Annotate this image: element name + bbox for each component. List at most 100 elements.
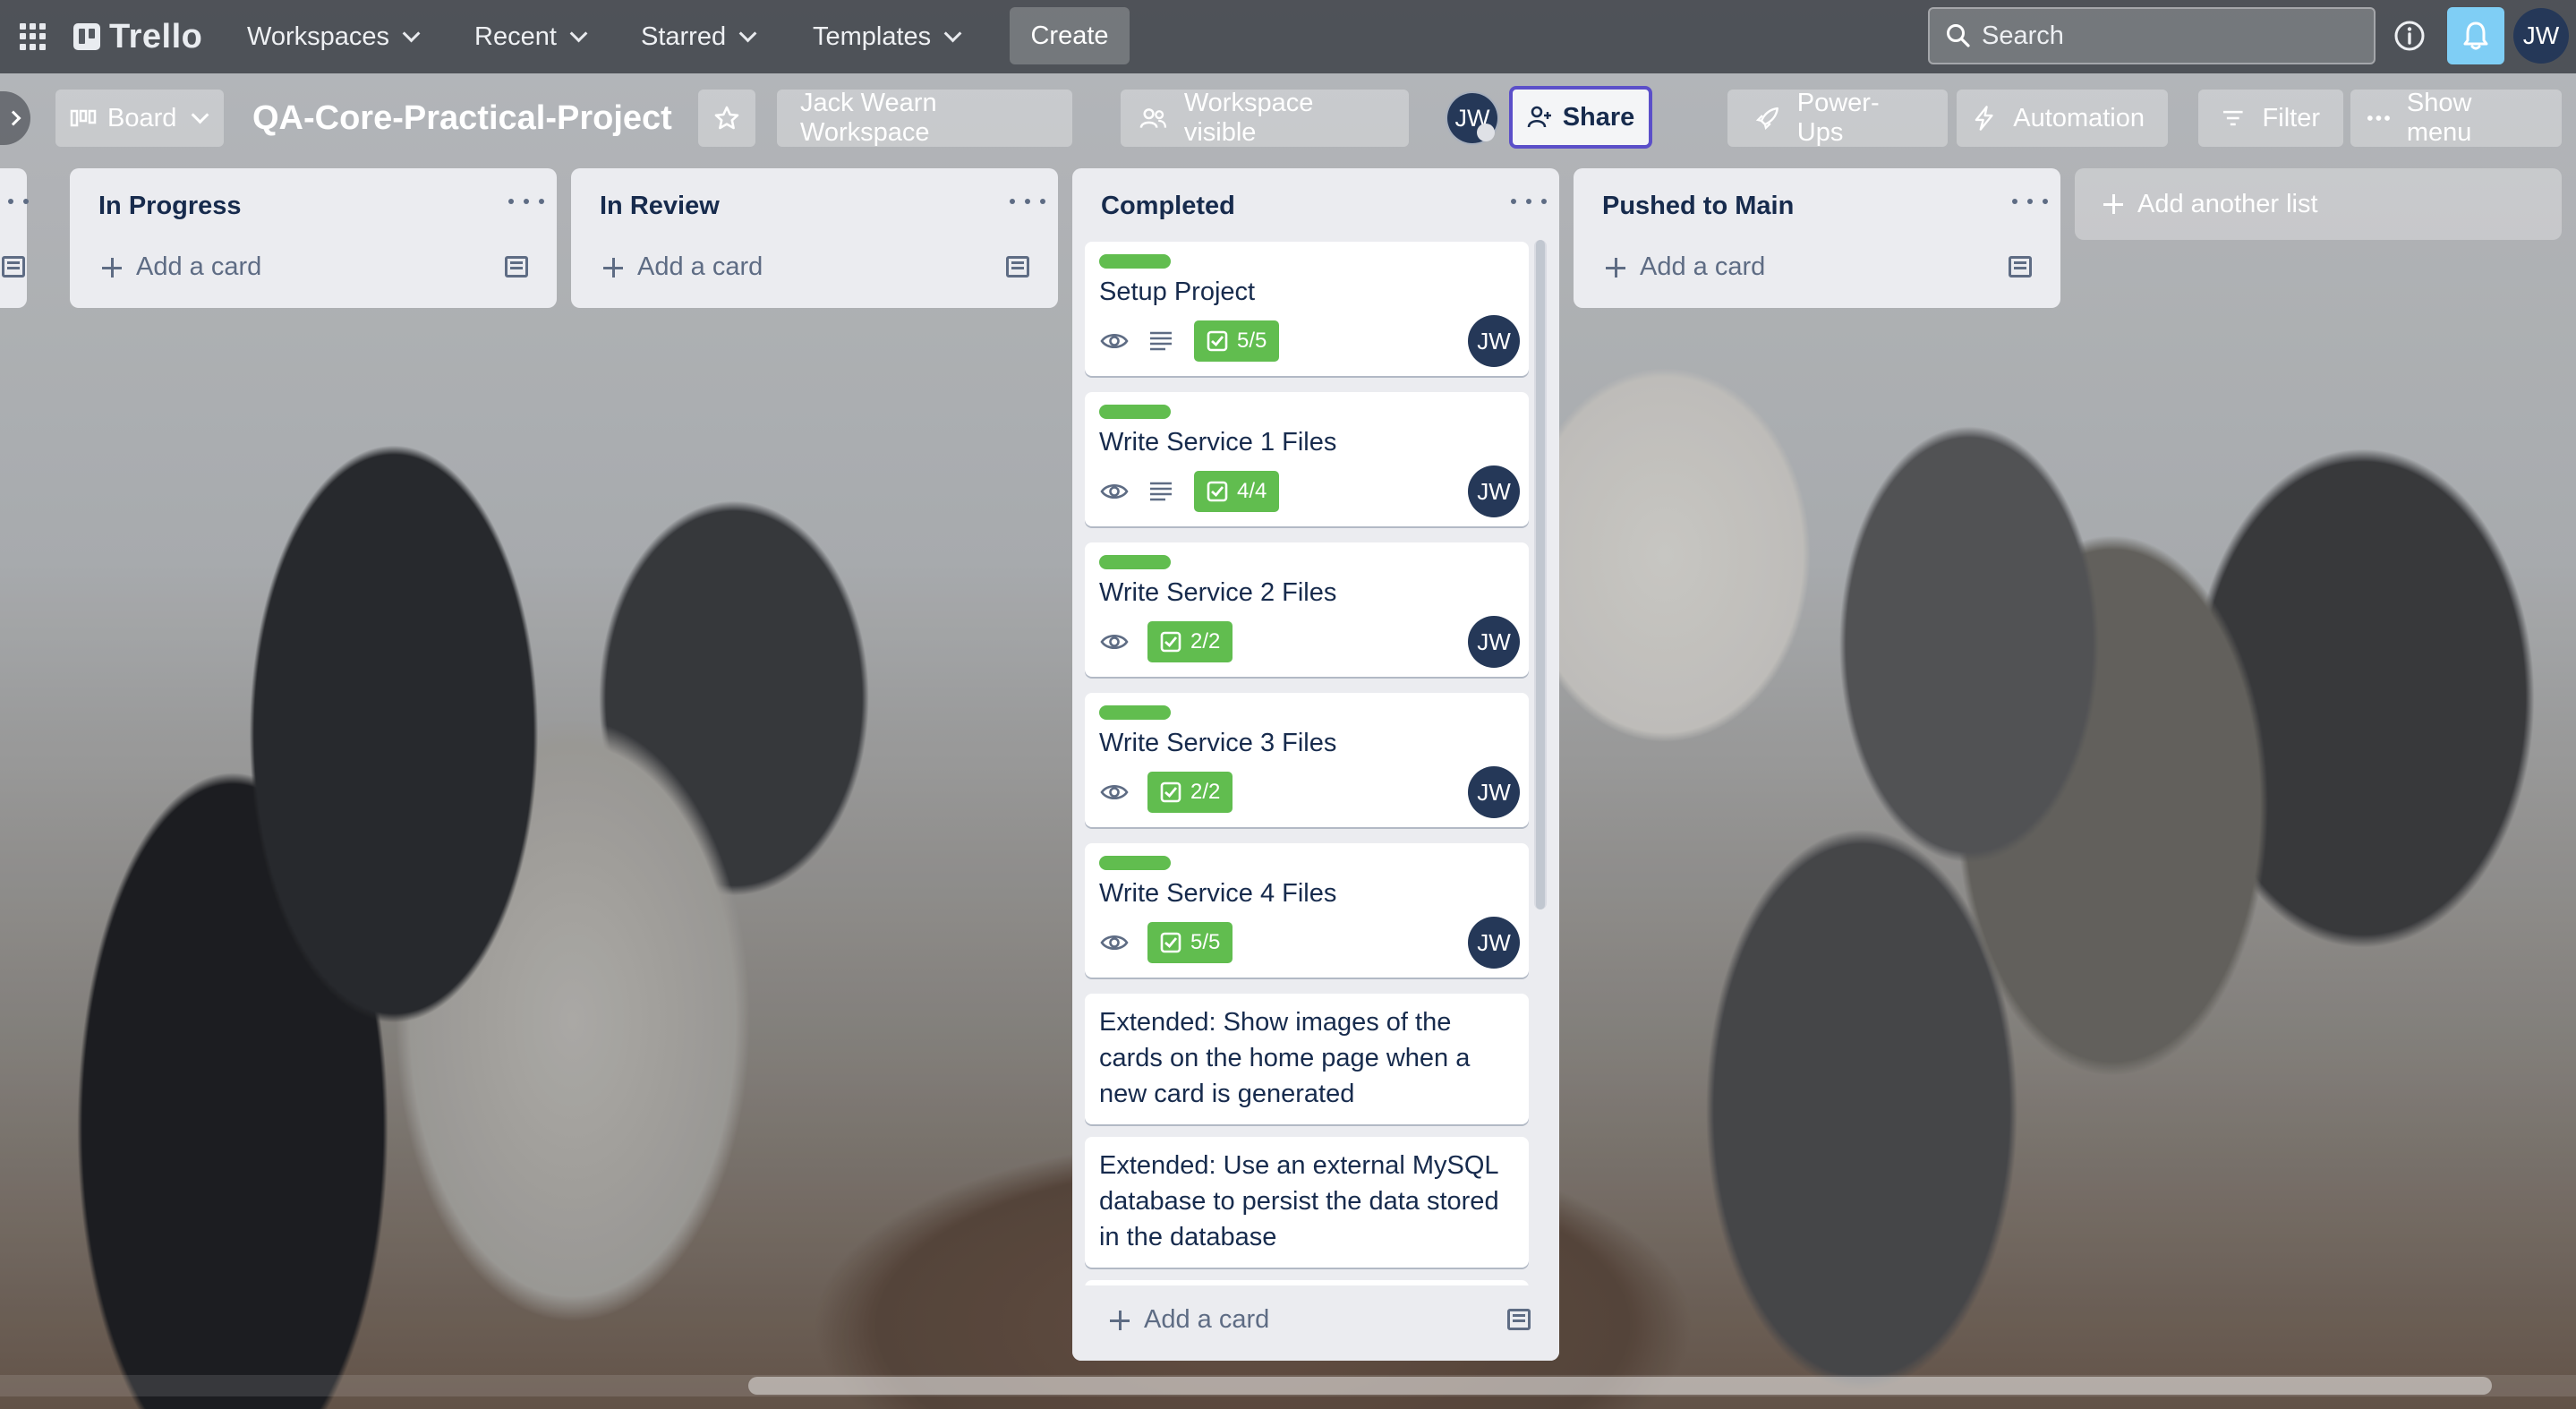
star-board-button[interactable] <box>698 90 755 147</box>
card-label-green[interactable] <box>1099 856 1171 870</box>
checklist-count: 2/2 <box>1190 629 1221 653</box>
card[interactable]: Write Service 3 Files 2/2 JW <box>1085 693 1529 827</box>
add-card-label: Add a card <box>1144 1305 1270 1334</box>
card-badges: 2/2 <box>1099 621 1233 662</box>
card-template-icon[interactable] <box>1006 256 1029 278</box>
card-template-icon[interactable] <box>505 256 528 278</box>
list-offscreen <box>0 168 29 308</box>
app-name: Trello <box>109 17 203 56</box>
list-title[interactable]: In Review <box>600 192 720 221</box>
search-icon <box>1947 24 1970 47</box>
description-icon <box>1150 482 1172 501</box>
board-horizontal-scrollbar-thumb[interactable] <box>748 1377 2492 1395</box>
card[interactable]: Extended: Show images of the cards on th… <box>1085 994 1529 1124</box>
workspaces-menu-label: Workspaces <box>247 21 390 51</box>
card-label-green[interactable] <box>1099 555 1171 569</box>
automation-button[interactable]: Automation <box>1957 90 2168 147</box>
card-member-avatar[interactable]: JW <box>1468 766 1520 818</box>
card-label-green[interactable] <box>1099 705 1171 720</box>
card-title-line: Extended: Show images of the <box>1099 1008 1452 1037</box>
card[interactable]: Write Service 2 Files 2/2 JW <box>1085 542 1529 677</box>
lightning-icon <box>1975 106 1993 131</box>
checklist-badge: 4/4 <box>1194 471 1280 512</box>
card-member-avatar[interactable]: JW <box>1468 465 1520 517</box>
add-card-button[interactable]: Add a card <box>1110 1305 1269 1335</box>
add-card-button[interactable]: Add a card <box>102 252 261 282</box>
list-title[interactable]: Pushed to Main <box>1602 192 1794 221</box>
starred-menu[interactable]: Starred <box>625 16 767 57</box>
card[interactable]: Setup Project 5/5 JW <box>1085 242 1529 376</box>
show-menu-button[interactable]: Show menu <box>2350 89 2562 147</box>
card-member-avatar[interactable]: JW <box>1468 616 1520 668</box>
account-avatar[interactable]: JW <box>2513 8 2569 64</box>
add-list-label: Add another list <box>2137 189 2318 218</box>
chevron-down-icon <box>738 24 757 43</box>
visibility-button[interactable]: Workspace visible <box>1121 89 1409 147</box>
info-icon[interactable] <box>2392 18 2427 54</box>
card-member-avatar[interactable]: JW <box>1468 315 1520 367</box>
notifications-button[interactable] <box>2447 7 2504 64</box>
card[interactable]: Write Service 4 Files 5/5 JW <box>1085 843 1529 978</box>
bell-icon <box>2463 21 2488 50</box>
rocket-icon <box>1755 107 1778 131</box>
card-title: Extended: Show images of the cards on th… <box>1099 1004 1470 1112</box>
recent-menu-label: Recent <box>474 21 557 51</box>
board-title[interactable]: QA-Core-Practical-Project <box>252 93 672 143</box>
card-title: Extended: Use an external MySQL database… <box>1099 1148 1499 1255</box>
card-label-green[interactable] <box>1099 254 1171 269</box>
chevron-down-icon <box>192 106 209 124</box>
chevron-down-icon <box>569 24 588 43</box>
create-button[interactable]: Create <box>1010 7 1130 64</box>
card-title: Write Service 1 Files <box>1099 428 1337 457</box>
list-menu-icon[interactable] <box>508 199 544 208</box>
share-button[interactable]: Share <box>1509 86 1652 149</box>
trello-logo-icon <box>73 23 100 50</box>
card[interactable]: Write Service 1 Files 4/4 JW <box>1085 392 1529 526</box>
automation-label: Automation <box>2013 103 2145 132</box>
checklist-icon <box>1160 781 1181 803</box>
trello-logo[interactable]: Trello <box>73 18 202 56</box>
list-scrollbar-thumb[interactable] <box>1536 240 1545 909</box>
add-member-icon <box>1527 106 1551 128</box>
checklist-badge: 5/5 <box>1194 320 1280 362</box>
list-in-review: In Review Add a card <box>571 168 1058 308</box>
card-template-icon[interactable] <box>2009 256 2032 278</box>
power-ups-button[interactable]: Power-Ups <box>1727 89 1948 147</box>
card-badges: 2/2 <box>1099 772 1233 813</box>
list-menu-icon[interactable] <box>2012 199 2048 208</box>
card-badges: 5/5 <box>1099 320 1280 362</box>
workspace-button[interactable]: Jack Wearn Workspace <box>777 89 1072 147</box>
filter-button[interactable]: Filter <box>2198 90 2343 147</box>
list-menu-icon[interactable] <box>1511 199 1547 208</box>
card[interactable]: Extended: Use an external MySQL database… <box>1085 1137 1529 1268</box>
card-title-line: cards on the home page when a <box>1099 1044 1471 1072</box>
starred-menu-label: Starred <box>641 21 727 51</box>
card-label-green[interactable] <box>1099 405 1171 419</box>
recent-menu[interactable]: Recent <box>458 16 598 57</box>
card-template-icon[interactable] <box>1507 1309 1531 1330</box>
list-title[interactable]: In Progress <box>98 192 242 221</box>
card-template-icon[interactable] <box>2 256 25 278</box>
search-box[interactable] <box>1928 7 2376 64</box>
star-icon <box>714 106 739 130</box>
list-menu-icon[interactable] <box>1010 199 1045 208</box>
add-card-button[interactable]: Add a card <box>1606 252 1765 282</box>
search-input[interactable] <box>1982 21 2358 51</box>
filter-label: Filter <box>2262 103 2320 132</box>
plus-icon <box>2103 194 2123 214</box>
more-dots-icon <box>2367 115 2390 121</box>
eye-icon <box>1100 784 1129 800</box>
add-another-list-button[interactable]: Add another list <box>2075 168 2562 240</box>
templates-menu[interactable]: Templates <box>797 16 972 57</box>
card-member-avatar[interactable]: JW <box>1468 917 1520 969</box>
list-title[interactable]: Completed <box>1101 192 1235 221</box>
expand-sidebar-button[interactable] <box>0 91 30 145</box>
board-view-switcher[interactable]: Board <box>55 90 224 147</box>
workspaces-menu[interactable]: Workspaces <box>231 16 431 57</box>
add-card-button[interactable]: Add a card <box>603 252 763 282</box>
board-view-icon <box>70 109 97 127</box>
list-menu-icon[interactable] <box>0 199 29 208</box>
apps-grid-icon[interactable] <box>20 23 47 50</box>
add-card-label: Add a card <box>1640 252 1766 281</box>
description-icon <box>1150 331 1172 351</box>
